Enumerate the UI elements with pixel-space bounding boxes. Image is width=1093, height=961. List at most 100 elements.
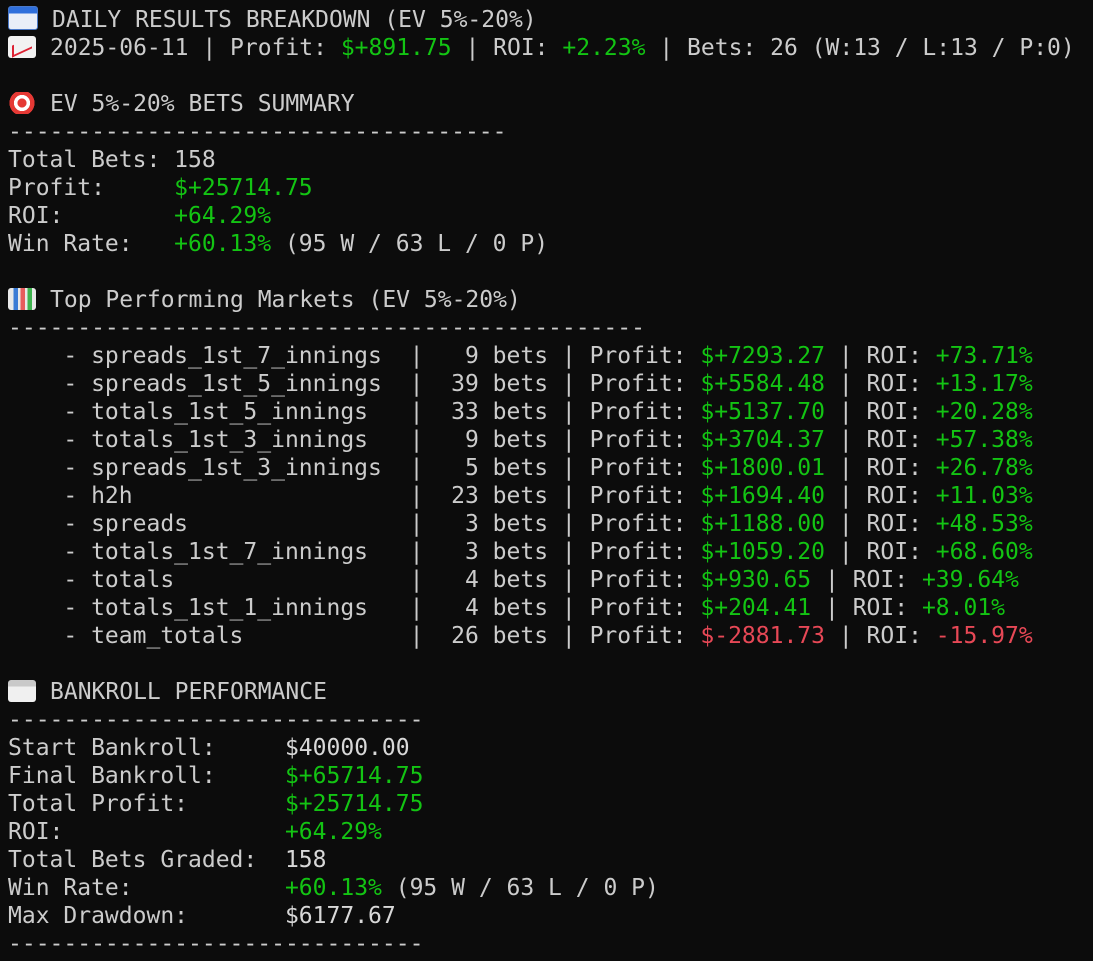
bankroll-title: BANKROLL PERFORMANCE — [50, 679, 327, 705]
bankroll-win-rate-label: Win Rate: — [8, 875, 285, 901]
bankroll-graded: Total Bets Graded: 158 — [8, 846, 1093, 874]
header-bets-text: Bets: 26 (W:13 / L:13 / P:0) — [687, 35, 1075, 61]
market-roi-label: | ROI: — [811, 567, 922, 593]
bankroll-final-label: Final Bankroll: — [8, 763, 285, 789]
calendar-icon — [8, 6, 38, 30]
market-roi-label: | ROI: — [825, 455, 936, 481]
market-row: - h2h | 23 bets | Profit: $+1694.40 | RO… — [8, 482, 1093, 510]
bankroll-win-rate: Win Rate: +60.13% (95 W / 63 L / 0 P) — [8, 874, 1093, 902]
bar-chart-icon — [8, 288, 36, 310]
market-roi: +57.38% — [935, 427, 1033, 453]
bankroll-drawdown-label: Max Drawdown: — [8, 903, 285, 929]
market-profit: $+1694.40 — [700, 483, 825, 509]
bank-icon — [8, 680, 36, 702]
summary-roi-label: ROI: — [8, 203, 175, 229]
market-roi-label: | ROI: — [825, 371, 936, 397]
market-row: - totals | 4 bets | Profit: $+930.65 | R… — [8, 566, 1093, 594]
market-roi: +20.28% — [935, 399, 1033, 425]
bankroll-final: Final Bankroll: $+65714.75 — [8, 762, 1093, 790]
header-title-line: DAILY RESULTS BREAKDOWN (EV 5%-20%) — [8, 6, 1093, 34]
summary-win-rate: Win Rate: +60.13% (95 W / 63 L / 0 P) — [8, 230, 1093, 258]
market-roi: +26.78% — [935, 455, 1033, 481]
terminal-output: DAILY RESULTS BREAKDOWN (EV 5%-20%) 2025… — [0, 0, 1093, 958]
market-roi: +8.01% — [921, 595, 1006, 621]
market-row: - totals_1st_7_innings | 3 bets | Profit… — [8, 538, 1093, 566]
market-bets: 4 bets | Profit: — [423, 567, 701, 593]
market-row: - totals_1st_3_innings | 9 bets | Profit… — [8, 426, 1093, 454]
market-name: - spreads_1st_3_innings | — [8, 455, 424, 481]
market-roi-label: | ROI: — [825, 539, 936, 565]
bankroll-start-label: Start Bankroll: — [8, 735, 285, 761]
summary-profit-label: Profit: — [8, 175, 175, 201]
summary-total-bets-label: Total Bets: — [8, 147, 175, 173]
summary-profit-value: $+25714.75 — [174, 175, 313, 201]
market-profit: $-2881.73 — [700, 623, 825, 649]
market-roi: -15.97% — [935, 623, 1033, 649]
summary-title-line: EV 5%-20% BETS SUMMARY — [8, 90, 1093, 118]
bankroll-graded-label: Total Bets Graded: — [8, 847, 285, 873]
market-profit: $+5584.48 — [700, 371, 825, 397]
market-profit: $+1059.20 — [700, 539, 825, 565]
bankroll-roi-value: +64.29% — [284, 819, 382, 845]
market-name: - spreads_1st_7_innings | — [8, 343, 424, 369]
summary-win-rate-detail: (95 W / 63 L / 0 P) — [271, 231, 549, 257]
market-row: - spreads_1st_3_innings | 5 bets | Profi… — [8, 454, 1093, 482]
market-name: - totals | — [8, 567, 424, 593]
header-profit-value: $+891.75 — [340, 35, 452, 61]
market-profit: $+7293.27 — [700, 343, 825, 369]
market-roi-label: | ROI: — [825, 343, 936, 369]
summary-total-bets: Total Bets: 158 — [8, 146, 1093, 174]
market-roi: +73.71% — [935, 343, 1033, 369]
market-roi: +11.03% — [935, 483, 1033, 509]
bankroll-profit-label: Total Profit: — [8, 791, 285, 817]
markets-title: Top Performing Markets (EV 5%-20%) — [50, 287, 521, 313]
market-bets: 3 bets | Profit: — [423, 511, 701, 537]
market-profit: $+1188.00 — [700, 511, 825, 537]
market-roi-label: | ROI: — [825, 399, 936, 425]
header-date: 2025-06-11 — [50, 35, 189, 61]
chart-increasing-icon — [8, 36, 36, 58]
market-name: - team_totals | — [8, 623, 424, 649]
summary-win-rate-value: +60.13% — [174, 231, 272, 257]
market-roi-label: | ROI: — [825, 623, 936, 649]
bankroll-graded-value: 158 — [284, 847, 327, 873]
bankroll-start: Start Bankroll: $40000.00 — [8, 734, 1093, 762]
market-roi-label: | ROI: — [825, 427, 936, 453]
summary-roi: ROI: +64.29% — [8, 202, 1093, 230]
bankroll-drawdown-value: $6177.67 — [284, 903, 396, 929]
markets-divider: ----------------------------------------… — [8, 315, 645, 341]
market-row: - totals_1st_5_innings | 33 bets | Profi… — [8, 398, 1093, 426]
market-profit: $+930.65 — [700, 567, 812, 593]
summary-profit: Profit: $+25714.75 — [8, 174, 1093, 202]
bankroll-drawdown: Max Drawdown: $6177.67 — [8, 902, 1093, 930]
header-roi-label: ROI: — [493, 35, 563, 61]
market-roi-label: | ROI: — [811, 595, 922, 621]
target-icon — [8, 92, 36, 114]
market-bets: 4 bets | Profit: — [423, 595, 701, 621]
summary-win-rate-label: Win Rate: — [8, 231, 175, 257]
market-name: - h2h | — [8, 483, 424, 509]
bankroll-start-value: $40000.00 — [284, 735, 410, 761]
market-row: - spreads | 3 bets | Profit: $+1188.00 |… — [8, 510, 1093, 538]
market-roi: +39.64% — [921, 567, 1019, 593]
market-bets: 9 bets | Profit: — [423, 343, 701, 369]
market-bets: 39 bets | Profit: — [423, 371, 701, 397]
bankroll-win-rate-detail: (95 W / 63 L / 0 P) — [381, 875, 659, 901]
market-profit: $+204.41 — [700, 595, 812, 621]
market-name: - totals_1st_1_innings | — [8, 595, 424, 621]
market-profit: $+3704.37 — [700, 427, 825, 453]
market-bets: 23 bets | Profit: — [423, 483, 701, 509]
summary-roi-value: +64.29% — [174, 203, 272, 229]
market-name: - totals_1st_5_innings | — [8, 399, 424, 425]
market-bets: 33 bets | Profit: — [423, 399, 701, 425]
bankroll-roi: ROI: +64.29% — [8, 818, 1093, 846]
market-bets: 3 bets | Profit: — [423, 539, 701, 565]
header-roi-value: +2.23% — [562, 35, 646, 61]
market-roi: +68.60% — [935, 539, 1033, 565]
market-name: - spreads_1st_5_innings | — [8, 371, 424, 397]
bankroll-profit: Total Profit: $+25714.75 — [8, 790, 1093, 818]
bankroll-roi-label: ROI: — [8, 819, 285, 845]
market-bets: 5 bets | Profit: — [423, 455, 701, 481]
header-profit-label: Profit: — [230, 35, 341, 61]
header-stats-line: 2025-06-11 | Profit: $+891.75 | ROI: +2.… — [8, 34, 1093, 62]
